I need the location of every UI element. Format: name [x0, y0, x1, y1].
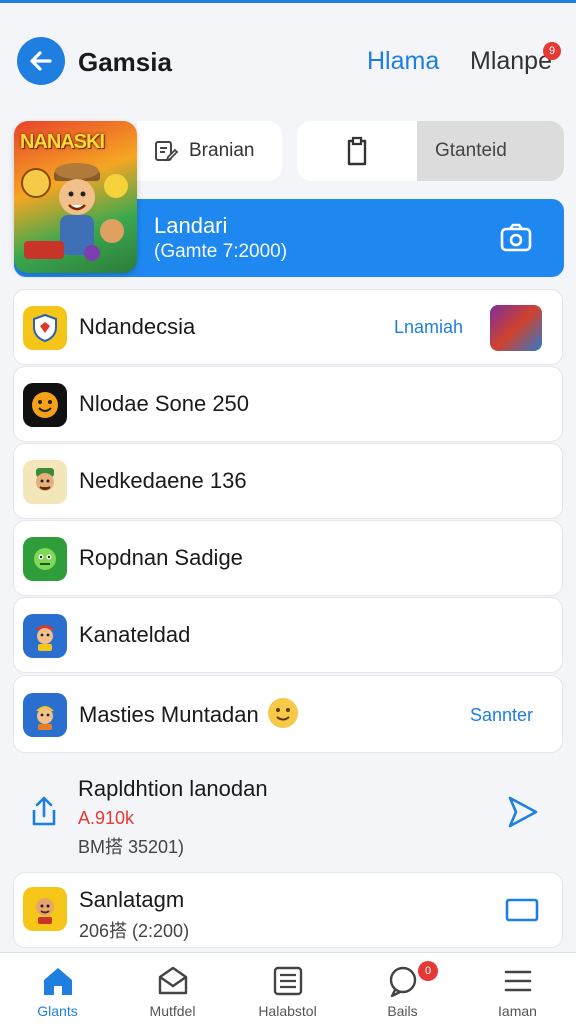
menu-icon	[504, 970, 532, 992]
edit-document-icon	[155, 141, 179, 162]
notification-badge: 0	[418, 961, 438, 981]
banner-subtitle: (Gamte 7:2000)	[154, 241, 288, 262]
nav-label: Bails	[387, 1003, 418, 1019]
bottom-navigation: Glants Mutfdel Halabstol 0 Bails Iaman	[0, 952, 576, 1024]
window-icon[interactable]	[505, 897, 539, 923]
list-item-name: Kanateldad	[79, 622, 191, 647]
back-button[interactable]	[17, 37, 65, 85]
list-item-name: Ndandecsia	[79, 314, 196, 339]
app-header: Gamsia Hlama Mlanpe 9	[0, 22, 576, 102]
nav-label: Mutfdel	[149, 1003, 196, 1019]
avatar-app-icon	[23, 887, 67, 931]
list-item-action[interactable]: Sannter	[470, 705, 533, 726]
list-item[interactable]: Ndandecsia Lnamiah	[13, 289, 563, 365]
list-item[interactable]: Nlodae Sone 250	[13, 366, 563, 442]
list-item-name: Nlodae Sone 250	[79, 391, 250, 416]
clipboard-button[interactable]	[297, 121, 417, 181]
clipboard-icon	[347, 136, 367, 166]
list-item-action[interactable]: Lnamiah	[394, 317, 463, 338]
send-arrow-icon[interactable]	[502, 792, 542, 832]
list-item-meta: 206搭 (2:200)	[79, 921, 190, 941]
featured-meta: BM搭 35201)	[78, 837, 185, 857]
list-item[interactable]: Nedkedaene 136	[13, 443, 563, 519]
worker-app-icon	[23, 693, 67, 737]
arrow-left-icon	[30, 51, 52, 71]
gtanteid-chip-label: Gtanteid	[417, 121, 564, 181]
nav-label: Halabstol	[258, 1003, 317, 1019]
nav-tab-menu[interactable]: Iaman	[460, 953, 575, 1024]
mail-icon	[158, 966, 188, 995]
shield-app-icon	[23, 306, 67, 350]
featured-item[interactable]: Rapldhtion lanodan A.910k BM搭 35201)	[0, 760, 576, 866]
character-app-icon	[23, 460, 67, 504]
page-title: Gamsia	[78, 47, 172, 77]
list-icon	[273, 966, 303, 996]
smiley-app-icon	[23, 383, 67, 427]
nav-tab-chat[interactable]: 0 Bails	[345, 953, 460, 1024]
nav-label: Iaman	[498, 1003, 537, 1019]
nav-label: Glants	[37, 1003, 78, 1019]
featured-title: Rapldhtion lanodan	[78, 776, 268, 801]
hero-app-icon	[23, 614, 67, 658]
share-icon[interactable]	[26, 794, 62, 830]
top-accent-line	[0, 0, 576, 3]
game-character-art	[21, 163, 128, 261]
list-item[interactable]: Ropdnan Sadige	[13, 520, 563, 596]
notification-badge: 9	[543, 42, 561, 60]
list-item-name: Masties Muntadan	[79, 702, 259, 727]
featured-count: A.910k	[78, 808, 135, 828]
smiley-emoji-icon	[268, 698, 298, 728]
nav-tab-mail[interactable]: Mutfdel	[115, 953, 230, 1024]
banner-title: Landari	[154, 213, 228, 238]
list-item-name: Ropdnan Sadige	[79, 545, 243, 570]
gtanteid-chip[interactable]: Gtanteid	[297, 121, 564, 181]
list-item-name: Sanlatagm	[79, 887, 185, 912]
list-item[interactable]: Sanlatagm 206搭 (2:200)	[13, 872, 563, 948]
game-thumbnail[interactable]	[490, 305, 542, 351]
header-link-primary[interactable]: Hlama	[367, 47, 439, 76]
list-item-name: Nedkedaene 136	[79, 468, 247, 493]
monster-app-icon	[23, 537, 67, 581]
camera-icon[interactable]	[498, 220, 534, 256]
featured-hero: NANASKI Branian Gtanteid Landari (Gamte …	[14, 121, 564, 277]
list-item[interactable]: Masties Muntadan Sannter	[13, 675, 563, 753]
featured-game-thumbnail[interactable]: NANASKI	[14, 121, 137, 273]
list-item[interactable]: Kanateldad	[13, 597, 563, 673]
chat-icon	[389, 966, 417, 997]
branian-chip-label: Branian	[189, 140, 255, 161]
nav-tab-home[interactable]: Glants	[0, 953, 115, 1024]
header-link-secondary[interactable]: Mlanpe	[470, 47, 552, 76]
home-icon	[44, 968, 72, 995]
branian-chip[interactable]: Branian	[137, 121, 282, 181]
nav-tab-list[interactable]: Halabstol	[230, 953, 345, 1024]
